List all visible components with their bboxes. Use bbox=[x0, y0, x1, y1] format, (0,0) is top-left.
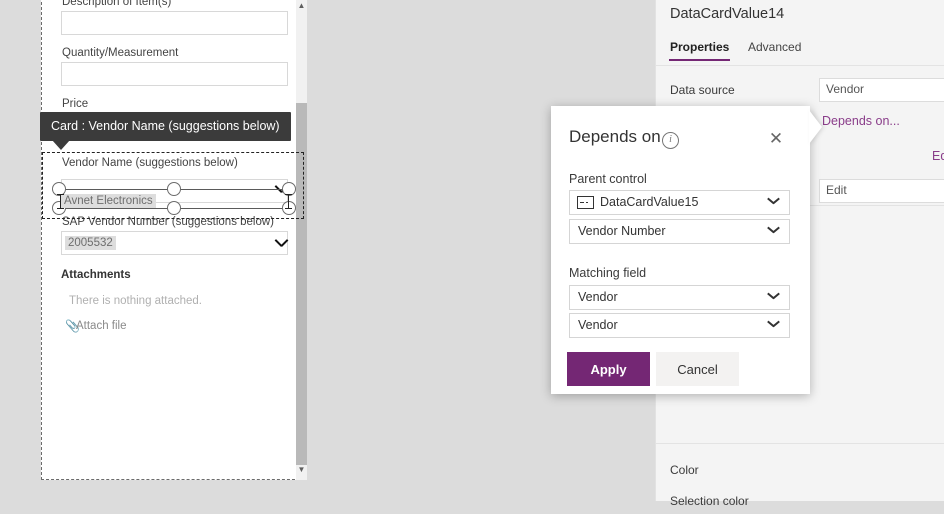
attach-file-button[interactable]: Attach file bbox=[76, 320, 127, 332]
depends-on-dialog: Depends on i ✕ Parent control DataCardVa… bbox=[551, 106, 822, 394]
chevron-down-icon-match-2[interactable] bbox=[767, 321, 780, 329]
matching-field-value-2: Vendor bbox=[578, 318, 618, 332]
parent-field-value: Vendor Number bbox=[578, 224, 666, 238]
panel-title: DataCardValue14 bbox=[670, 6, 785, 22]
panel-divider-3 bbox=[656, 443, 944, 444]
matching-field-select-2[interactable]: Vendor bbox=[569, 313, 790, 338]
resize-handle-bottom-center[interactable] bbox=[167, 201, 181, 215]
field-label-description: Description of Item(s) bbox=[62, 0, 172, 8]
data-source-field[interactable]: Vendor bbox=[819, 78, 944, 102]
parent-control-select[interactable]: DataCardValue15 bbox=[569, 190, 790, 215]
apply-button[interactable]: Apply bbox=[567, 352, 650, 386]
scroll-up-icon[interactable]: ▲ bbox=[296, 0, 307, 12]
text-caret-left bbox=[57, 194, 64, 209]
depends-on-link[interactable]: Depends on... bbox=[822, 114, 900, 128]
cancel-button[interactable]: Cancel bbox=[656, 352, 739, 386]
text-input-icon bbox=[577, 196, 594, 209]
scroll-down-icon[interactable]: ▼ bbox=[296, 464, 307, 476]
field-label-price: Price bbox=[62, 98, 89, 110]
sap-vendor-number-value: 2005532 bbox=[65, 236, 116, 250]
parent-control-label: Parent control bbox=[569, 172, 647, 186]
form-scroll-content: Description of Item(s) Quantity/Measurem… bbox=[42, 0, 304, 479]
chevron-down-icon-match-1[interactable] bbox=[767, 293, 780, 301]
color-label: Color bbox=[670, 463, 699, 477]
card-tooltip: Card : Vendor Name (suggestions below) bbox=[40, 112, 291, 150]
selection-color-label: Selection color bbox=[670, 494, 749, 508]
edit-link[interactable]: Ed bbox=[932, 149, 944, 163]
tab-advanced[interactable]: Advanced bbox=[748, 40, 801, 54]
matching-field-value-1: Vendor bbox=[578, 290, 618, 304]
field-input-description[interactable] bbox=[61, 11, 288, 35]
data-source-label: Data source bbox=[670, 83, 735, 97]
text-caret-right bbox=[285, 194, 292, 209]
card-tooltip-text: Card : Vendor Name (suggestions below) bbox=[51, 119, 280, 133]
field-input-quantity[interactable] bbox=[61, 62, 288, 86]
info-icon[interactable]: i bbox=[662, 132, 679, 149]
form-container[interactable]: Description of Item(s) Quantity/Measurem… bbox=[41, 0, 305, 480]
dialog-title: Depends on bbox=[569, 127, 661, 146]
vendor-name-value: Avnet Electronics bbox=[61, 194, 156, 208]
tab-properties[interactable]: Properties bbox=[668, 40, 731, 61]
form-scrollbar[interactable]: ▲ ▼ bbox=[296, 0, 307, 480]
parent-field-select[interactable]: Vendor Number bbox=[569, 219, 790, 244]
close-icon[interactable]: ✕ bbox=[765, 128, 787, 150]
edit-field[interactable]: Edit bbox=[819, 179, 944, 203]
field-label-quantity: Quantity/Measurement bbox=[62, 47, 179, 59]
matching-field-select-1[interactable]: Vendor bbox=[569, 285, 790, 310]
tooltip-tail-icon bbox=[52, 140, 70, 150]
resize-handle-top-center[interactable] bbox=[167, 182, 181, 196]
attachments-empty-text: There is nothing attached. bbox=[69, 295, 202, 307]
parent-control-value: DataCardValue15 bbox=[600, 195, 699, 209]
dialog-pointer bbox=[809, 110, 822, 144]
chevron-down-icon-parent[interactable] bbox=[767, 198, 780, 206]
matching-field-label: Matching field bbox=[569, 266, 647, 280]
chevron-down-icon-sap[interactable] bbox=[274, 237, 290, 253]
panel-divider bbox=[656, 65, 944, 66]
chevron-down-icon-parent-field[interactable] bbox=[767, 227, 780, 235]
attachments-title: Attachments bbox=[61, 269, 131, 281]
